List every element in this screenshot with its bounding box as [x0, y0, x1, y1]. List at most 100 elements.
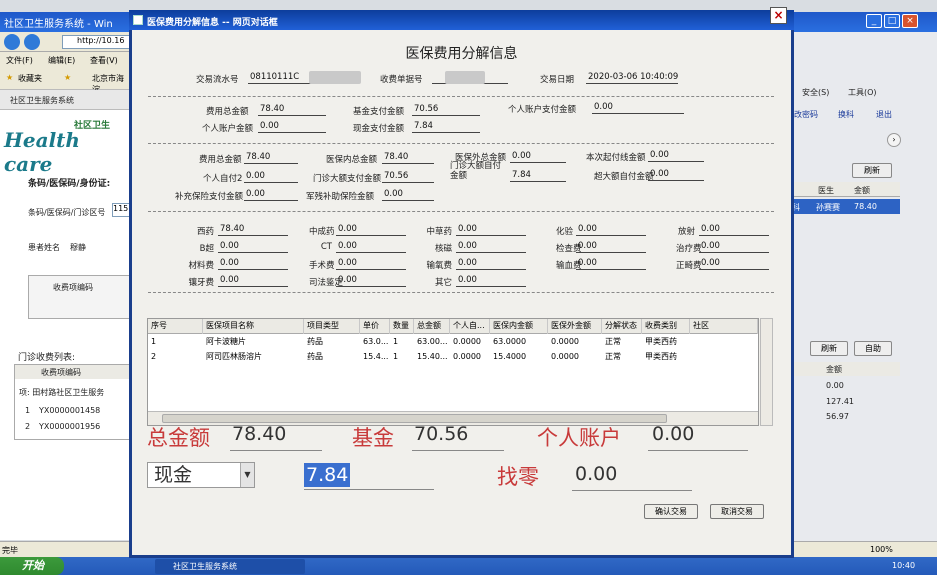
table-cell: 甲类西药 [645, 352, 677, 361]
zoom-level[interactable]: 100% [870, 545, 893, 554]
outpatient-row-num: 2 [25, 422, 31, 431]
menu-file[interactable]: 文件(F) [6, 55, 33, 66]
category-value: 0.00 [576, 258, 646, 270]
menu-edit[interactable]: 编辑(E) [48, 55, 75, 66]
back-icon[interactable] [4, 34, 20, 50]
category-label: 治疗费 [676, 244, 702, 254]
column-header[interactable]: 医保项目名称 [203, 319, 304, 334]
outpatient-list-header: 收费项编码 [41, 368, 81, 377]
table-cell: 63.00... [417, 337, 448, 346]
page-tab[interactable]: 社区卫生服务系统 [0, 90, 130, 110]
s2-supp-label: 补充保险支付金额 [175, 192, 244, 202]
amount-list-title: 金额 [826, 365, 842, 374]
chevron-down-icon[interactable]: ▼ [240, 463, 254, 487]
page-tab-label: 社区卫生服务系统 [10, 96, 74, 105]
forward-icon[interactable] [24, 34, 40, 50]
link-change-dept[interactable]: 换科 [838, 109, 854, 120]
column-header[interactable]: 医保外金额 [548, 319, 602, 334]
right-table-row[interactable]: 科 孙赛赛 78.40 [790, 199, 900, 214]
s1-personal-acct-value: 0.00 [592, 102, 684, 114]
category-label: 西药 [196, 227, 214, 237]
category-label: 放射 [677, 227, 695, 237]
category-value: 0.00 [699, 241, 769, 253]
outpatient-list: 收费项编码 项: 田村路社区卫生服务 1 YX0000001458 2 YX00… [14, 364, 131, 440]
add-favorite-icon[interactable]: ★ [64, 73, 71, 82]
column-header[interactable]: 收费类别 [642, 319, 690, 334]
toolbar-tools[interactable]: 工具(O) [848, 87, 877, 98]
underline [572, 490, 692, 491]
items-table-header: 序号 医保项目名称 项目类型 单价 数量 总金额 个人自... 医保内金额 医保外金额 分解状态收… [148, 319, 758, 334]
column-header[interactable]: 医保内金额 [490, 319, 548, 334]
dialog-close-icon[interactable]: × [770, 7, 787, 24]
s2-large-pay-label: 门诊大额支付金额 [313, 174, 382, 184]
cancel-transaction-button[interactable]: 取消交易 [710, 504, 764, 519]
confirm-transaction-button[interactable]: 确认交易 [644, 504, 698, 519]
taskbar-item[interactable]: 社区卫生服务系统 [155, 559, 305, 574]
category-value: 0.00 [576, 224, 646, 236]
star-icon: ★ [6, 73, 14, 82]
outpatient-group[interactable]: 项: 田村路社区卫生服务 [19, 387, 104, 398]
category-value: 0.00 [699, 258, 769, 270]
column-header[interactable]: 社区 [690, 319, 758, 334]
address-input[interactable]: http://10.16 [62, 35, 130, 49]
column-header[interactable]: 序号 [148, 319, 203, 334]
column-header[interactable]: 单价 [360, 319, 390, 334]
minimize-icon[interactable]: _ [866, 14, 882, 28]
table-cell: 15.4000 [493, 352, 527, 361]
category-value: 0.00 [456, 224, 526, 236]
s2-in-ins-label: 医保内总金额 [326, 155, 378, 165]
refresh-button-top[interactable]: 刷新 [852, 163, 892, 178]
patient-section-title: 条码/医保码/身份证: [28, 179, 111, 189]
table-cell: 正常 [605, 337, 621, 346]
table-cell: 1 [393, 352, 399, 361]
category-label: 化验 [556, 227, 574, 237]
maximize-icon[interactable]: □ [884, 14, 900, 28]
outpatient-row-code[interactable]: YX0000001458 [39, 406, 100, 415]
column-header[interactable]: 分解状态 [602, 319, 642, 334]
self-service-button[interactable]: 自助 [854, 341, 892, 356]
right-table-header: 医生 金额 [790, 182, 900, 197]
s1-personal-value: 0.00 [258, 121, 326, 133]
dialog-titlebar: 医保费用分解信息 -- 网页对话框 [129, 10, 794, 30]
column-header[interactable]: 数量 [390, 319, 414, 334]
refresh-button[interactable]: 刷新 [810, 341, 848, 356]
outpatient-row-code[interactable]: YX0000001956 [39, 422, 100, 431]
amount-value: 127.41 [826, 397, 854, 406]
row-doctor: 孙赛赛 [816, 203, 840, 212]
s2-in-ins-value: 78.40 [382, 152, 434, 164]
clock: 10:40 [892, 561, 916, 570]
column-header[interactable]: 总金额 [414, 319, 450, 334]
trans-date-label: 交易日期 [540, 75, 575, 85]
category-value: 0.00 [336, 241, 406, 253]
toolbar-security[interactable]: 安全(S) [802, 87, 829, 98]
favorites-button[interactable]: 收藏夹 [18, 73, 42, 84]
cash-input-value[interactable]: 7.84 [304, 463, 351, 487]
total-amount-label: 总金额 [147, 426, 210, 450]
link-logout[interactable]: 退出 [876, 109, 892, 120]
link-change-password[interactable]: 改密码 [794, 109, 818, 120]
browser-close-icon[interactable]: × [902, 14, 918, 28]
table-row[interactable]: 1 阿卡波糖片 药品 63.0... 1 63.00... 0.0000 63.0000 0.0… [148, 335, 758, 350]
column-header[interactable]: 个人自... [450, 319, 490, 334]
category-label: 输氧费 [426, 261, 452, 271]
dialog-icon [133, 15, 143, 25]
barcode-input[interactable]: 115 [112, 203, 130, 217]
table-cell: 1 [151, 337, 157, 346]
column-header[interactable]: 项目类型 [304, 319, 360, 334]
payment-method-select[interactable]: 现金 ▼ [147, 462, 255, 488]
table-cell: 阿卡波糖片 [206, 337, 246, 346]
s2-disab-label: 军残补助保险金额 [306, 192, 375, 202]
vertical-scrollbar[interactable] [760, 318, 773, 426]
menu-view[interactable]: 查看(V) [90, 55, 118, 66]
category-value: 0.00 [336, 258, 406, 270]
divider [148, 96, 774, 97]
start-button[interactable]: 开始 [0, 557, 64, 575]
table-cell: 0.0000 [551, 337, 579, 346]
table-row[interactable]: 2 阿司匹林肠溶片 药品 15.4... 1 15.40... 0.0000 15.4000 0… [148, 350, 758, 365]
next-arrow-icon[interactable]: › [887, 133, 901, 147]
category-label: 输血费 [556, 261, 582, 271]
table-cell: 0.0000 [453, 352, 481, 361]
table-cell: 甲类西药 [645, 337, 677, 346]
s2-disab-value: 0.00 [382, 189, 434, 201]
table-cell [690, 335, 758, 350]
